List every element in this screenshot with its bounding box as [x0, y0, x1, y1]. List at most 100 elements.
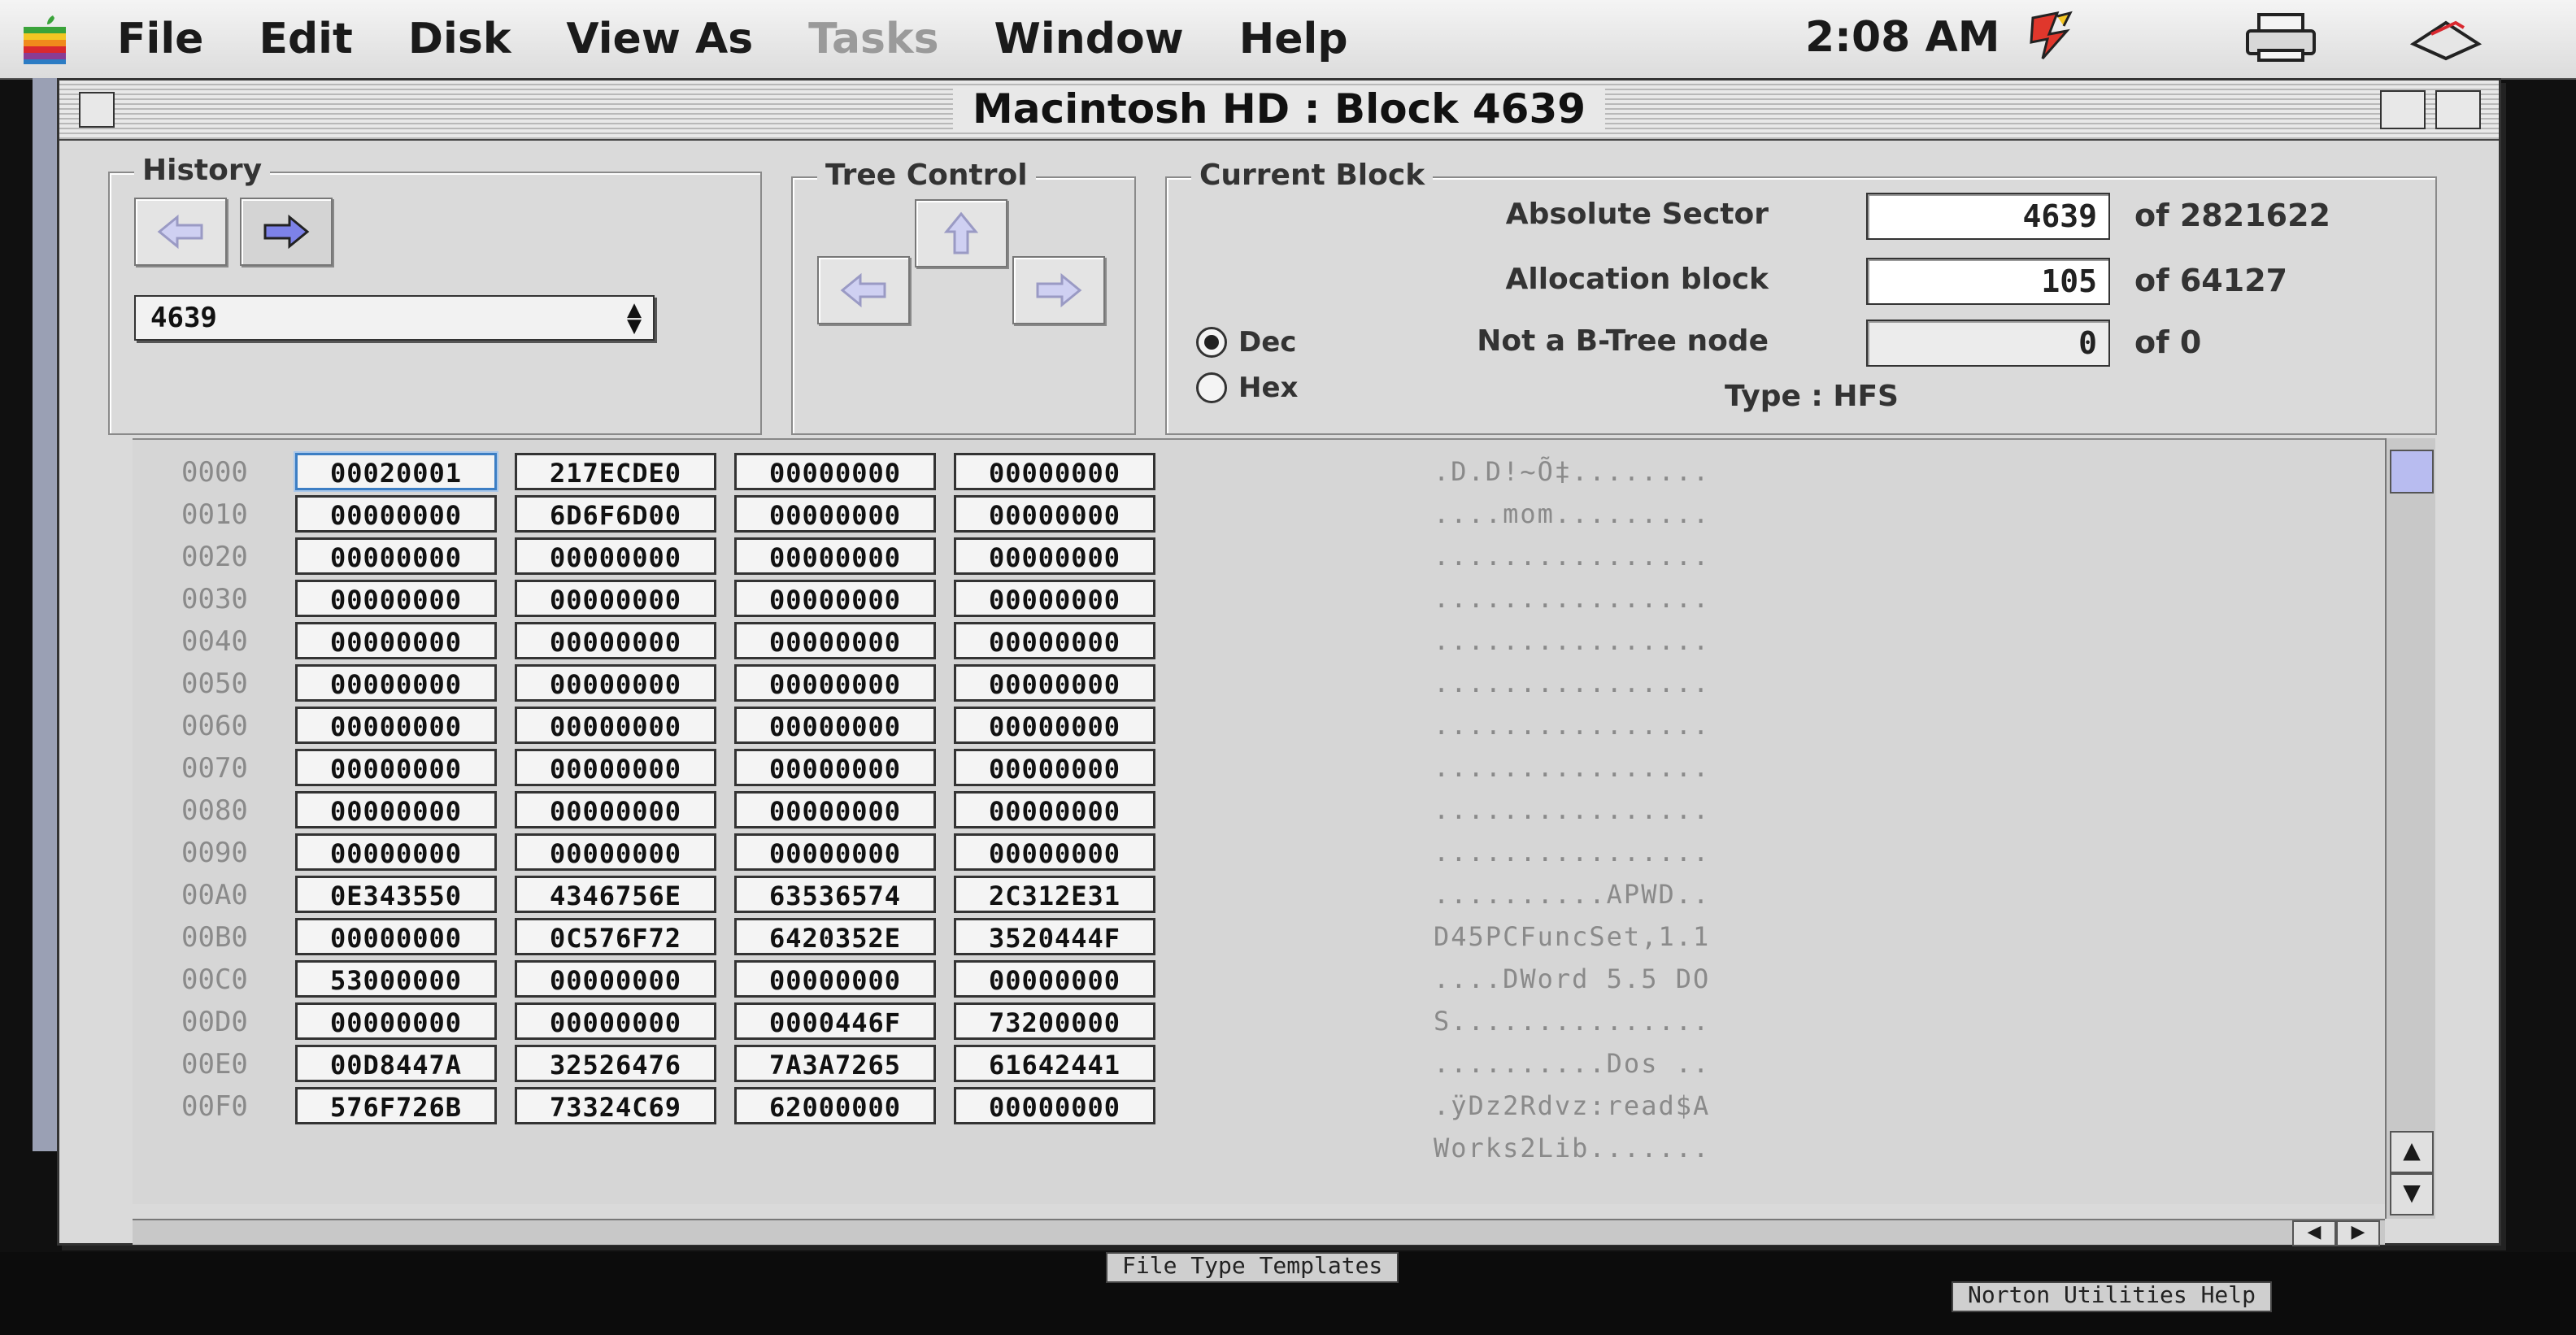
tree-parent-button[interactable]	[915, 199, 1007, 267]
btree-node-field[interactable]: 0	[1866, 320, 2110, 367]
scroll-left-arrow-icon[interactable]: ◀	[2292, 1220, 2336, 1246]
hex-cell[interactable]: 00000000	[954, 664, 1155, 702]
hex-cell[interactable]: 00000000	[954, 537, 1155, 575]
history-back-button[interactable]	[134, 198, 227, 266]
menu-clock[interactable]: 2:08 AM	[1805, 13, 1999, 62]
hex-cell[interactable]: 00000000	[954, 791, 1155, 828]
ascii-dump-line[interactable]: ..........APWD..	[1434, 879, 1710, 910]
hex-cell[interactable]: 00000000	[295, 791, 497, 828]
menu-disk[interactable]: Disk	[381, 15, 539, 63]
ascii-dump-line[interactable]: ................	[1434, 541, 1710, 572]
hex-cell[interactable]: 00000000	[295, 833, 497, 871]
hex-cell[interactable]: 00000000	[954, 1087, 1155, 1124]
hex-cell[interactable]: 00000000	[295, 918, 497, 955]
apple-menu-icon[interactable]	[0, 0, 89, 78]
zoom-box-button[interactable]	[2380, 90, 2426, 129]
hex-cell[interactable]: 00000000	[734, 707, 936, 744]
hex-cell[interactable]: 00D8447A	[295, 1045, 497, 1082]
hex-cell[interactable]: 00000000	[295, 664, 497, 702]
menu-window[interactable]: Window	[967, 15, 1212, 63]
absolute-sector-field[interactable]: 4639	[1866, 193, 2110, 240]
hex-cell[interactable]: 00000000	[954, 453, 1155, 490]
vertical-scrollbar[interactable]: ▲ ▼	[2385, 438, 2435, 1219]
hex-cell[interactable]: 00000000	[954, 833, 1155, 871]
hex-cell[interactable]: 0E343550	[295, 876, 497, 913]
hex-cell[interactable]: 0C576F72	[515, 918, 716, 955]
hex-cell[interactable]: 00000000	[734, 622, 936, 659]
hex-cell[interactable]: 00000000	[295, 537, 497, 575]
hex-cell[interactable]: 53000000	[295, 960, 497, 998]
hex-cell[interactable]: 00000000	[954, 495, 1155, 533]
task-tab-norton-help[interactable]: Norton Utilities Help	[1952, 1281, 2273, 1312]
hex-cell[interactable]: 6420352E	[734, 918, 936, 955]
hex-cell[interactable]: 00000000	[515, 664, 716, 702]
scroll-thumb[interactable]	[2390, 450, 2434, 494]
hex-cell[interactable]: 00000000	[515, 1002, 716, 1040]
task-tab-file-type-templates[interactable]: File Type Templates	[1106, 1252, 1399, 1283]
radio-hex[interactable]: Hex	[1196, 372, 1298, 404]
hex-cell[interactable]: 6D6F6D00	[515, 495, 716, 533]
ascii-dump-line[interactable]: ................	[1434, 625, 1710, 656]
hex-cell[interactable]: 00000000	[295, 707, 497, 744]
hex-cell[interactable]: 00000000	[734, 580, 936, 617]
scroll-up-arrow-icon[interactable]: ▲	[2390, 1131, 2434, 1173]
horizontal-scrollbar[interactable]: ◀ ▶	[133, 1219, 2385, 1246]
hex-cell[interactable]: 00000000	[734, 537, 936, 575]
hex-cell[interactable]: 4346756E	[515, 876, 716, 913]
menu-help[interactable]: Help	[1212, 15, 1376, 63]
hex-cell[interactable]: 00020001	[295, 453, 497, 490]
hex-cell[interactable]: 00000000	[954, 749, 1155, 786]
hex-cell[interactable]: 00000000	[515, 622, 716, 659]
ascii-dump-line[interactable]: ....mom.........	[1434, 498, 1710, 529]
ascii-dump-line[interactable]: ................	[1434, 583, 1710, 614]
tree-left-button[interactable]	[817, 256, 910, 324]
hex-cell[interactable]: 00000000	[515, 707, 716, 744]
ascii-dump-line[interactable]: .ÿDz2Rdvz:read$A	[1434, 1090, 1710, 1121]
hex-cell[interactable]: 00000000	[954, 622, 1155, 659]
tree-right-button[interactable]	[1012, 256, 1105, 324]
printer-icon[interactable]	[2244, 11, 2317, 74]
ascii-dump-line[interactable]: ................	[1434, 710, 1710, 741]
hex-cell[interactable]: 63536574	[734, 876, 936, 913]
window-title-bar[interactable]: Macintosh HD : Block 4639	[59, 80, 2499, 141]
hex-cell[interactable]: 0000446F	[734, 1002, 936, 1040]
hex-cell[interactable]: 3520444F	[954, 918, 1155, 955]
ascii-dump-line[interactable]: ..........Dos ..	[1434, 1048, 1710, 1079]
close-box-button[interactable]	[79, 92, 115, 128]
allocation-block-field[interactable]: 105	[1866, 258, 2110, 305]
scanner-icon[interactable]	[2407, 11, 2485, 74]
hex-cell[interactable]: 73200000	[954, 1002, 1155, 1040]
hex-cell[interactable]: 61642441	[954, 1045, 1155, 1082]
hex-cell[interactable]: 00000000	[515, 791, 716, 828]
hex-cell[interactable]: 00000000	[734, 833, 936, 871]
ascii-dump-line[interactable]: ................	[1434, 794, 1710, 825]
ascii-dump-line[interactable]: S...............	[1434, 1006, 1710, 1037]
history-popup-menu[interactable]: 4639 ▲ ▼	[134, 295, 655, 341]
ascii-dump-line[interactable]: D45PCFuncSet,1.1	[1434, 921, 1710, 952]
menu-file[interactable]: File	[89, 15, 231, 63]
scroll-right-arrow-icon[interactable]: ▶	[2336, 1220, 2380, 1246]
hex-cell[interactable]: 00000000	[734, 960, 936, 998]
hex-cell[interactable]: 00000000	[954, 707, 1155, 744]
ascii-dump-line[interactable]: .D.D!~Õ‡........	[1434, 456, 1710, 487]
hex-cell[interactable]: 217ECDE0	[515, 453, 716, 490]
hex-cell[interactable]: 00000000	[515, 833, 716, 871]
app-switcher-icon[interactable]	[2025, 10, 2077, 72]
hex-cell[interactable]: 00000000	[295, 580, 497, 617]
ascii-dump-line[interactable]: ....DWord 5.5 DO	[1434, 963, 1710, 994]
menu-view-as[interactable]: View As	[538, 15, 781, 63]
hex-cell[interactable]: 00000000	[515, 580, 716, 617]
hex-cell[interactable]: 00000000	[295, 495, 497, 533]
hex-cell[interactable]: 576F726B	[295, 1087, 497, 1124]
hex-cell[interactable]: 00000000	[734, 664, 936, 702]
menu-tasks[interactable]: Tasks	[781, 15, 966, 63]
hex-cell[interactable]: 62000000	[734, 1087, 936, 1124]
hex-cell[interactable]: 73324C69	[515, 1087, 716, 1124]
menu-edit[interactable]: Edit	[231, 15, 380, 63]
hex-cell[interactable]: 00000000	[734, 453, 936, 490]
hex-cell[interactable]: 00000000	[954, 960, 1155, 998]
hex-cell[interactable]: 00000000	[295, 1002, 497, 1040]
hex-cell[interactable]: 00000000	[295, 749, 497, 786]
hex-cell[interactable]: 00000000	[734, 749, 936, 786]
collapse-box-button[interactable]	[2435, 90, 2481, 129]
